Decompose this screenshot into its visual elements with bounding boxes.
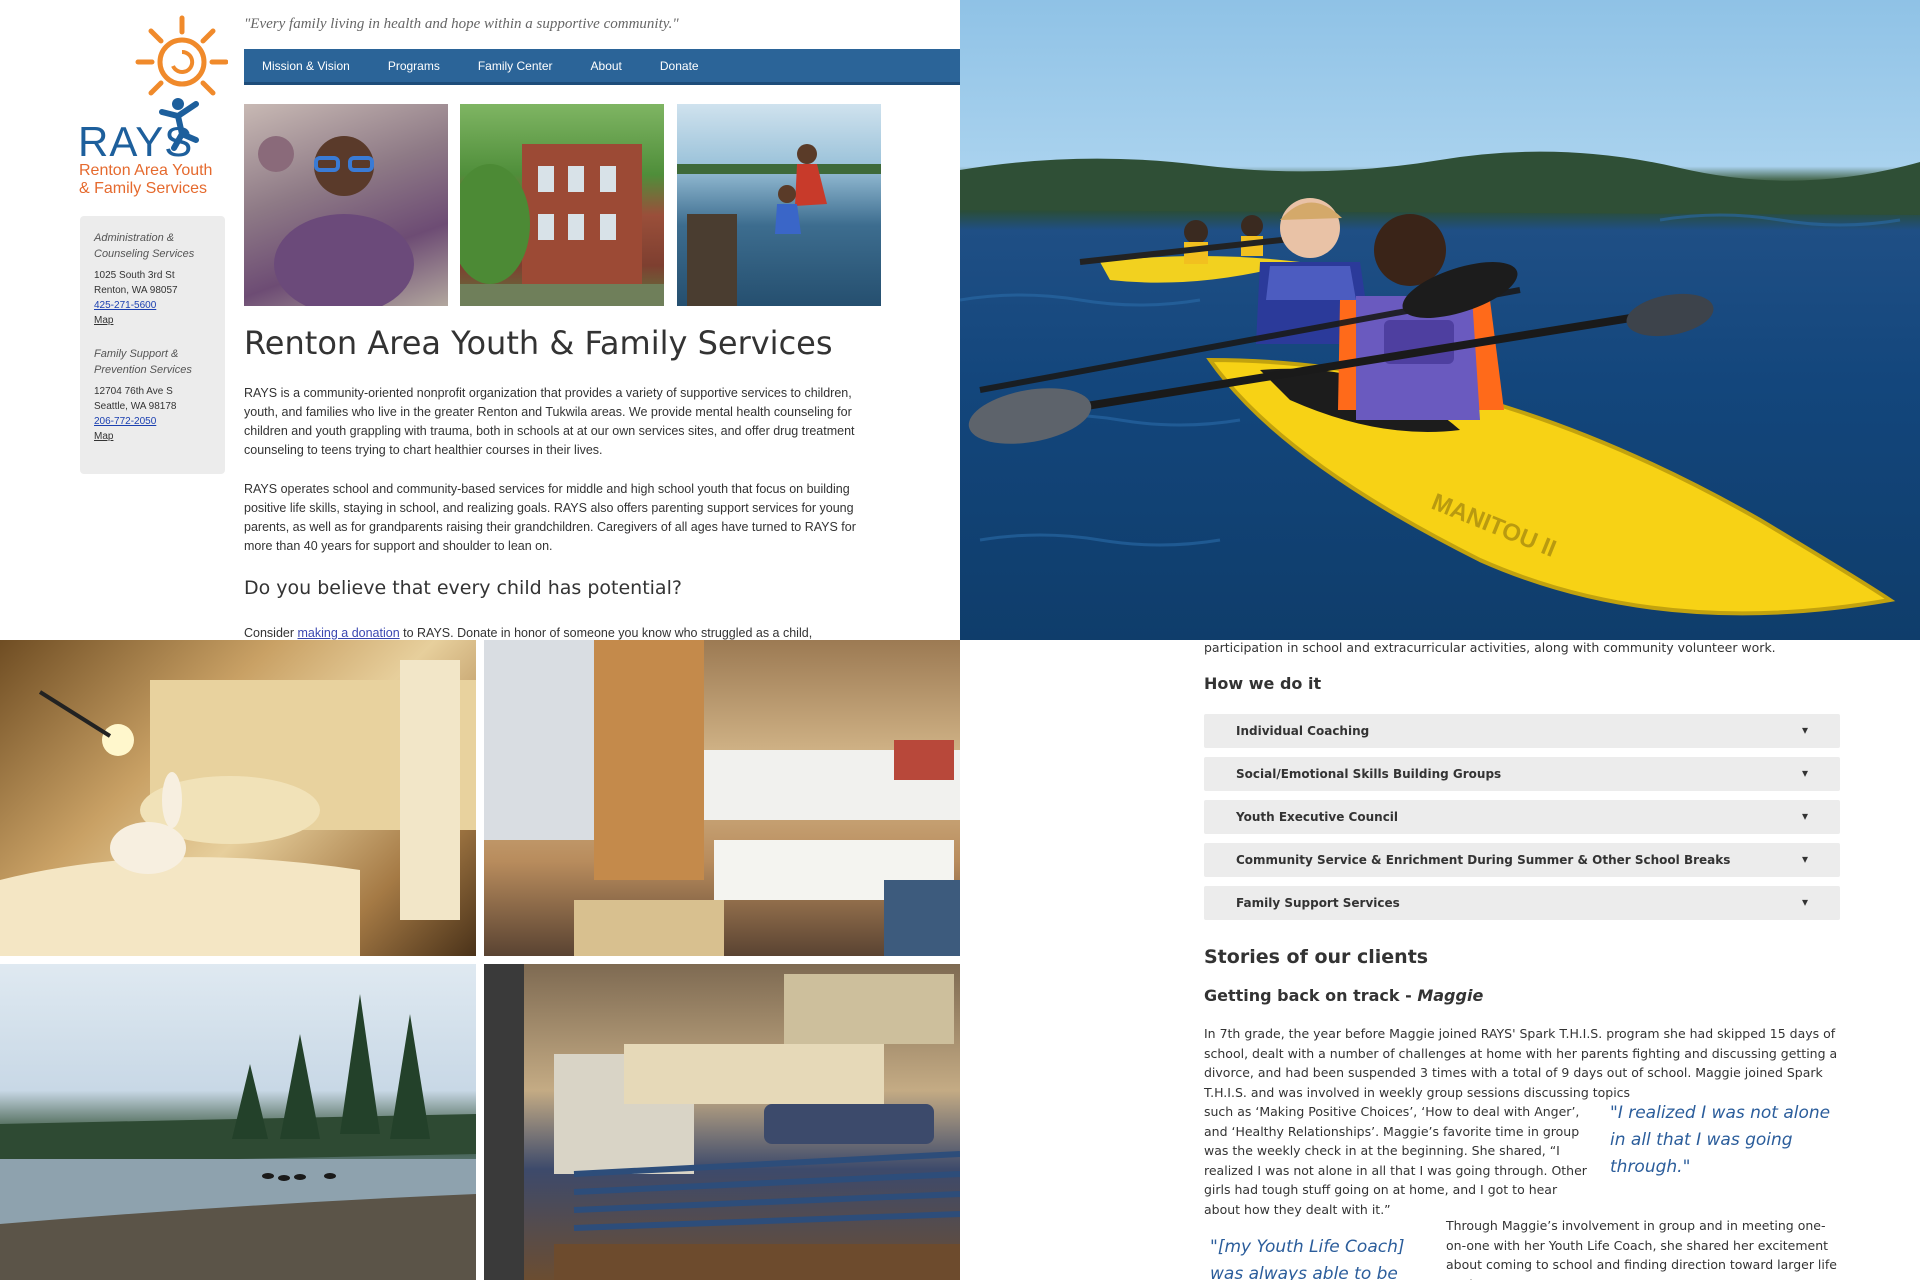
donate-text: to RAYS. Donate in honor of someone you …	[399, 626, 813, 640]
donation-link[interactable]: making a donation	[298, 626, 400, 640]
chevron-down-icon: ▾	[1801, 723, 1808, 737]
intro-paragraph: RAYS is a community-oriented nonprofit o…	[244, 386, 855, 457]
photo-lakeshore-with-trees	[0, 964, 476, 1280]
accordion-youth-executive-council[interactable]: Youth Executive Council ▾	[1204, 800, 1840, 834]
accordion-individual-coaching[interactable]: Individual Coaching ▾	[1204, 714, 1840, 748]
photo-gallery-grid	[0, 640, 960, 1280]
nav-family-center[interactable]: Family Center	[478, 59, 553, 73]
address-street: 12704 76th Ave S	[94, 386, 173, 397]
story-client-name: Maggie	[1417, 986, 1484, 1005]
pull-quote: "I realized I was not alone in all that …	[1610, 1103, 1831, 1177]
photo-bedroom-with-striped-bedding	[484, 964, 960, 1280]
donate-paragraph: Consider making a donation to RAYS. Dona…	[244, 624, 884, 640]
chevron-down-icon: ▾	[1801, 895, 1808, 909]
map-link[interactable]: Map	[94, 313, 225, 328]
address-sidebar: Administration & Counseling Services 102…	[80, 216, 225, 474]
chevron-down-icon: ▾	[1801, 766, 1808, 780]
story-paragraph: such as ‘Making Positive Choices’, ‘How …	[1204, 1104, 1587, 1217]
how-we-do-it-heading: How we do it	[1204, 674, 1322, 693]
main-nav: Mission & Vision Programs Family Center …	[244, 49, 960, 85]
photo-youth-kayaking: MANITOU II	[960, 0, 1920, 640]
phone-link[interactable]: 206-772-2050	[94, 414, 225, 429]
phone-link[interactable]: 425-271-5600	[94, 298, 225, 313]
story-title-text: Getting back on track -	[1204, 986, 1418, 1005]
accordion-family-support-services[interactable]: Family Support Services ▾	[1204, 886, 1840, 920]
services-paragraph: RAYS operates school and community-based…	[244, 482, 856, 553]
photo-bed-with-plush-bunny	[0, 640, 476, 956]
intro-text-fragment: participation in school and extracurricu…	[1204, 640, 1776, 655]
accordion-label: Social/Emotional Skills Building Groups	[1236, 767, 1502, 781]
address-heading: Family Support & Prevention Services	[94, 348, 192, 376]
donate-text: Consider	[244, 626, 298, 640]
address-street: 1025 South 3rd St	[94, 270, 175, 281]
address-city: Renton, WA 98057	[94, 285, 178, 296]
story-paragraph: In 7th grade, the year before Maggie joi…	[1204, 1026, 1838, 1100]
accordion-label: Community Service & Enrichment During Su…	[1236, 853, 1731, 867]
stories-heading: Stories of our clients	[1204, 946, 1429, 968]
photo-kids-jumping-in-water	[677, 104, 881, 306]
address-city: Seattle, WA 98178	[94, 401, 177, 412]
logo-title: RAYS	[78, 118, 194, 165]
nav-programs[interactable]: Programs	[388, 59, 440, 73]
story-paragraph: Through Maggie’s involvement in group an…	[1446, 1218, 1837, 1280]
story-title: Getting back on track - Maggie	[1204, 986, 1483, 1005]
accordion-label: Individual Coaching	[1236, 724, 1370, 738]
chevron-down-icon: ▾	[1801, 852, 1808, 866]
accordion-social-emotional-skills[interactable]: Social/Emotional Skills Building Groups …	[1204, 757, 1840, 791]
potential-heading: Do you believe that every child has pote…	[244, 577, 682, 599]
program-page-screenshot: participation in school and extracurricu…	[960, 640, 1920, 1280]
page-title: Renton Area Youth & Family Services	[244, 324, 833, 362]
accordion-label: Family Support Services	[1236, 896, 1400, 910]
nav-donate[interactable]: Donate	[660, 59, 699, 73]
photo-room-with-bunk-beds	[484, 640, 960, 956]
site-tagline: "Every family living in health and hope …	[244, 16, 679, 32]
logo-subtitle: & Family Services	[79, 180, 208, 197]
photo-child-with-glasses	[244, 104, 448, 306]
nav-mission-vision[interactable]: Mission & Vision	[262, 59, 350, 73]
pull-quote: "[my Youth Life Coach] was always able t…	[1210, 1237, 1405, 1280]
map-link[interactable]: Map	[94, 429, 225, 444]
logo-subtitle: Renton Area Youth	[79, 162, 213, 179]
address-heading: Administration & Counseling Services	[94, 232, 195, 260]
accordion-community-service[interactable]: Community Service & Enrichment During Su…	[1204, 843, 1840, 877]
chevron-down-icon: ▾	[1801, 809, 1808, 823]
nav-about[interactable]: About	[591, 59, 622, 73]
photo-brick-building	[460, 104, 664, 306]
rays-homepage-screenshot: RAYS Renton Area Youth & Family Services…	[0, 0, 960, 640]
accordion-label: Youth Executive Council	[1236, 810, 1399, 824]
